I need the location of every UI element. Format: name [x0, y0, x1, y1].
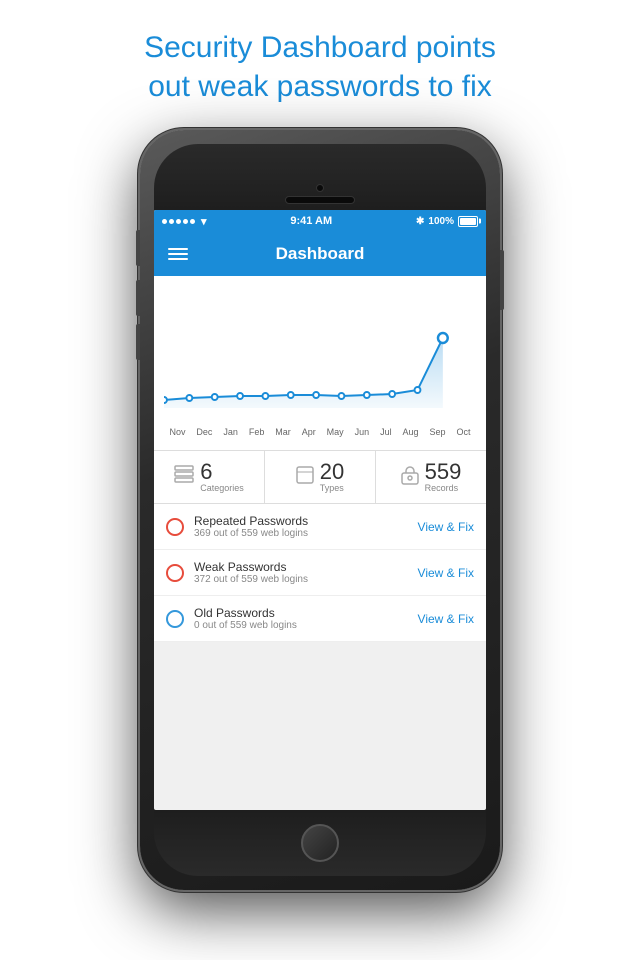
stat-types-label: Types	[320, 483, 344, 493]
status-bar: ▾ 9:41 AM ✱ 100%	[154, 210, 486, 232]
stat-types: 20 Types	[265, 451, 376, 503]
status-time: 9:41 AM	[290, 215, 332, 227]
signal-dot	[176, 219, 181, 224]
stat-categories-label: Categories	[200, 483, 244, 493]
phone-screen: ▾ 9:41 AM ✱ 100% Dashboard	[154, 210, 486, 810]
signal-dot	[162, 219, 167, 224]
types-icon	[296, 466, 314, 489]
status-left: ▾	[162, 215, 207, 228]
hamburger-line	[168, 253, 188, 255]
view-fix-weak-button[interactable]: View & Fix	[418, 566, 474, 580]
security-title-old: Old Passwords	[194, 606, 408, 620]
security-list: Repeated Passwords 369 out of 559 web lo…	[154, 504, 486, 642]
stat-categories: 6 Categories	[154, 451, 265, 503]
security-info-weak: Weak Passwords 372 out of 559 web logins	[194, 560, 408, 585]
battery-container	[458, 216, 478, 227]
status-right: ✱ 100%	[416, 216, 478, 227]
chart-label-nov: Nov	[169, 427, 185, 437]
security-subtitle-old: 0 out of 559 web logins	[194, 620, 408, 631]
categories-icon	[174, 465, 194, 489]
chart-label-apr: Apr	[302, 427, 316, 437]
chart-label-jan: Jan	[223, 427, 238, 437]
security-info-old: Old Passwords 0 out of 559 web logins	[194, 606, 408, 631]
stat-records: 559 Records	[376, 451, 486, 503]
stat-records-text: 559 Records	[425, 461, 462, 493]
header-line2: out weak passwords to fix	[148, 70, 492, 103]
stat-types-text: 20 Types	[320, 461, 344, 493]
chart-label-may: May	[327, 427, 344, 437]
status-indicator-red	[166, 518, 184, 536]
phone-bottom-bezel	[154, 810, 486, 876]
security-title-repeated: Repeated Passwords	[194, 514, 408, 528]
stat-records-label: Records	[425, 483, 462, 493]
header-line1: Security Dashboard points	[144, 31, 496, 64]
bluetooth-icon: ✱	[416, 216, 424, 227]
chart-label-jun: Jun	[355, 427, 370, 437]
stat-categories-number: 6	[200, 461, 244, 483]
hamburger-menu-button[interactable]	[168, 248, 188, 260]
view-fix-old-button[interactable]: View & Fix	[418, 612, 474, 626]
stats-row: 6 Categories 20 Types	[154, 451, 486, 504]
chart-label-oct: Oct	[456, 427, 470, 437]
chart-label-feb: Feb	[249, 427, 265, 437]
hamburger-line	[168, 248, 188, 250]
home-button[interactable]	[301, 824, 339, 862]
chart-x-labels: Nov Dec Jan Feb Mar Apr May Jun Jul Aug …	[164, 423, 476, 441]
signal-dots	[162, 219, 195, 224]
phone-frame: ▾ 9:41 AM ✱ 100% Dashboard	[140, 130, 500, 890]
status-indicator-blue	[166, 610, 184, 628]
nav-title: Dashboard	[276, 244, 365, 264]
speaker-grille	[285, 196, 355, 204]
battery-fill	[460, 218, 476, 225]
security-item-weak: Weak Passwords 372 out of 559 web logins…	[154, 550, 486, 596]
view-fix-repeated-button[interactable]: View & Fix	[418, 520, 474, 534]
chart-svg	[164, 288, 476, 418]
chart-label-dec: Dec	[196, 427, 212, 437]
security-info-repeated: Repeated Passwords 369 out of 559 web lo…	[194, 514, 408, 539]
stat-categories-text: 6 Categories	[200, 461, 244, 493]
security-item-repeated: Repeated Passwords 369 out of 559 web lo…	[154, 504, 486, 550]
chart-area: Nov Dec Jan Feb Mar Apr May Jun Jul Aug …	[154, 276, 486, 451]
camera-dot	[316, 184, 324, 192]
security-title-weak: Weak Passwords	[194, 560, 408, 574]
security-item-old: Old Passwords 0 out of 559 web logins Vi…	[154, 596, 486, 642]
chart-label-sep: Sep	[429, 427, 445, 437]
hamburger-line	[168, 258, 188, 260]
security-subtitle-repeated: 369 out of 559 web logins	[194, 528, 408, 539]
records-icon	[401, 465, 419, 490]
page-header: Security Dashboard points out weak passw…	[0, 0, 640, 122]
nav-bar: Dashboard	[154, 232, 486, 276]
chart-label-aug: Aug	[403, 427, 419, 437]
signal-dot	[190, 219, 195, 224]
security-subtitle-weak: 372 out of 559 web logins	[194, 574, 408, 585]
status-indicator-red-2	[166, 564, 184, 582]
signal-dot	[183, 219, 188, 224]
chart-label-mar: Mar	[275, 427, 291, 437]
stat-types-number: 20	[320, 461, 344, 483]
stat-records-number: 559	[425, 461, 462, 483]
wifi-icon: ▾	[201, 215, 207, 228]
signal-dot	[169, 219, 174, 224]
battery-icon	[458, 216, 478, 227]
chart-label-jul: Jul	[380, 427, 392, 437]
phone-top-bezel	[154, 144, 486, 210]
battery-percent: 100%	[428, 216, 454, 227]
